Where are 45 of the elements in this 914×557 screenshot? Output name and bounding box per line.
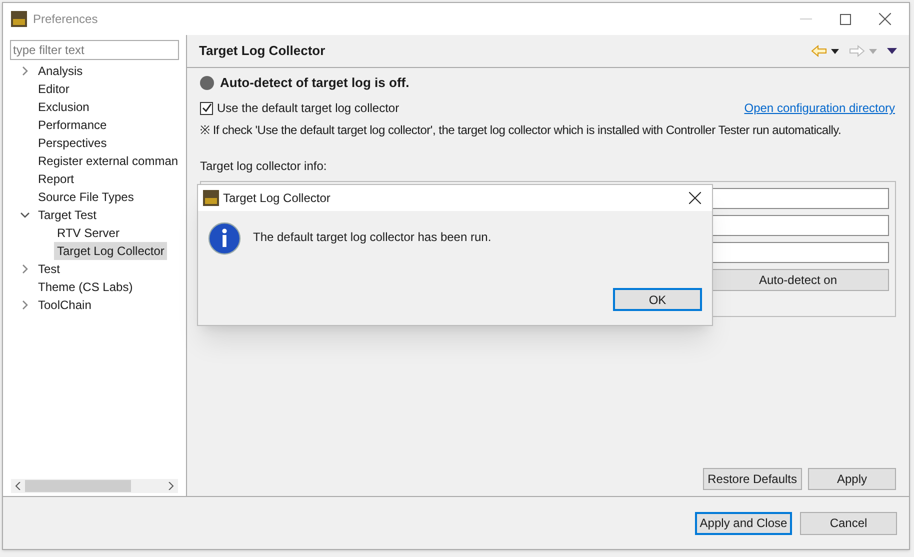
tree-item[interactable]: Target Log Collector [54, 242, 168, 260]
status-text: Auto-detect of target log is off. [220, 74, 410, 92]
open-directory-link[interactable]: Open configuration directory [744, 99, 896, 117]
info-label: Target log collector info: [200, 158, 328, 175]
tree-item[interactable]: Theme (CS Labs) [35, 278, 136, 296]
app-logo-icon [203, 190, 219, 206]
tree-item[interactable]: Editor [35, 80, 72, 98]
restore-defaults-button[interactable]: Restore Defaults [702, 468, 802, 490]
chevron-right-icon[interactable] [20, 264, 30, 274]
close-icon[interactable] [879, 13, 891, 25]
apply-and-close-button[interactable]: Apply and Close [695, 512, 792, 534]
checkbox-label: Use the default target log collector [217, 100, 400, 117]
tree-item[interactable]: Performance [35, 116, 110, 134]
tree-item[interactable]: ToolChain [35, 296, 94, 314]
tree-item[interactable]: Exclusion [35, 98, 92, 116]
window-title: Preferences [33, 11, 98, 28]
chevron-right-icon[interactable] [20, 66, 30, 76]
tree-item[interactable]: Source File Types [35, 188, 137, 206]
ok-button[interactable]: OK [613, 288, 702, 311]
app-logo-icon [11, 11, 27, 27]
info-note: ※ If check 'Use the default target log collector', the target log collector which is installed with Controller Tester run automatically. [200, 122, 842, 139]
checkbox[interactable] [200, 102, 213, 114]
tree-item[interactable]: Report [35, 170, 78, 188]
maximize-icon[interactable] [840, 14, 851, 24]
horizontal-scrollbar[interactable] [11, 479, 178, 493]
dropdown-icon[interactable] [831, 48, 839, 54]
tree-item[interactable]: Perspectives [35, 134, 110, 152]
tree-item[interactable]: Register external comman [35, 152, 182, 170]
cancel-button[interactable]: Cancel [800, 512, 897, 534]
chevron-down-icon[interactable] [20, 210, 30, 220]
chevron-right-icon[interactable] [20, 300, 30, 310]
tree-item[interactable]: Test [35, 260, 64, 278]
tree-item[interactable]: Analysis [35, 62, 86, 80]
close-icon[interactable] [689, 192, 701, 204]
view-menu-icon[interactable] [887, 48, 897, 54]
scroll-right-icon[interactable] [168, 482, 174, 490]
scroll-left-icon[interactable] [15, 482, 21, 490]
dialog-message: The default target log collector has been run. [253, 229, 492, 246]
tree-item[interactable]: Target Test [35, 206, 100, 224]
tree-item[interactable]: RTV Server [54, 224, 122, 242]
filter-field[interactable]: type filter text [10, 40, 179, 60]
apply-button[interactable]: Apply [808, 468, 896, 490]
page-title: Target Log Collector [199, 42, 326, 60]
info-icon [208, 222, 241, 255]
dialog-title: Target Log Collector [223, 190, 330, 207]
